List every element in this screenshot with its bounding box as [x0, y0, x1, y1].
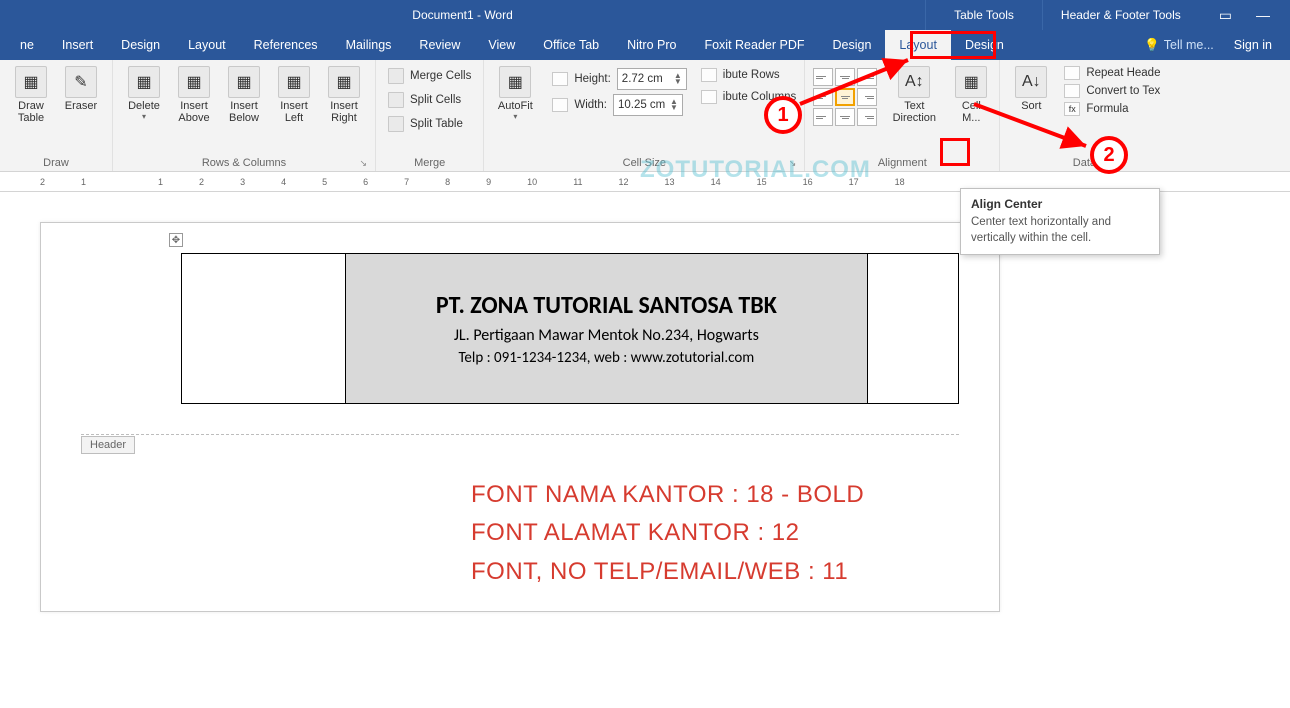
note-line-3: Font, No telp/email/web : 11: [471, 553, 959, 591]
header-footer-tools-tab: Header & Footer Tools: [1042, 0, 1199, 30]
header-table[interactable]: PT. ZONA TUTORIAL SANTOSA TBK JL. Pertig…: [181, 253, 959, 404]
group-rows-columns: ▦Delete▾ ▦Insert Above ▦Insert Below ▦In…: [113, 60, 376, 171]
width-label: Width:: [574, 99, 607, 111]
annotation-arrow-2: [974, 102, 1094, 157]
bulb-icon: 💡: [1144, 38, 1160, 53]
delete-button[interactable]: ▦Delete▾: [121, 64, 167, 121]
group-draw: ▦Draw Table ✎Eraser Draw: [0, 60, 113, 171]
rows-launcher-icon[interactable]: ↘: [359, 158, 367, 169]
tab-review[interactable]: Review: [405, 30, 474, 60]
eraser-button[interactable]: ✎Eraser: [58, 64, 104, 112]
split-cells-button[interactable]: Split Cells: [384, 90, 475, 110]
tab-layout[interactable]: Layout: [174, 30, 240, 60]
group-label-draw: Draw: [8, 155, 104, 171]
merge-cells-button[interactable]: Merge Cells: [384, 66, 475, 86]
insert-right-button[interactable]: ▦Insert Right: [321, 64, 367, 124]
header-boundary: [81, 434, 959, 435]
height-input[interactable]: 2.72 cm▲▼: [617, 68, 687, 90]
table-tools-tab: Table Tools: [925, 0, 1042, 30]
tooltip-title: Align Center: [971, 197, 1149, 211]
group-label-merge: Merge: [384, 155, 475, 171]
table-cell-right[interactable]: [867, 254, 958, 404]
tab-home-partial[interactable]: ne: [6, 30, 48, 60]
annotation-notes: Font Nama Kantor : 18 - Bold Font ALAMAT…: [471, 476, 959, 591]
tab-view[interactable]: View: [474, 30, 529, 60]
group-cell-size: ▦AutoFit▾ Height: 2.72 cm▲▼ Width: 10.25…: [484, 60, 805, 171]
width-icon: [552, 98, 568, 112]
tooltip-body: Center text horizontally and vertically …: [971, 215, 1149, 246]
group-label-rows: Rows & Columns↘: [121, 155, 367, 171]
table-cell-left[interactable]: [182, 254, 346, 404]
distribute-rows-button[interactable]: ibute Rows: [701, 68, 797, 82]
tab-office-tab[interactable]: Office Tab: [529, 30, 613, 60]
autofit-button[interactable]: ▦AutoFit▾: [492, 64, 538, 155]
table-move-handle[interactable]: ✥: [169, 233, 183, 247]
note-line-1: Font Nama Kantor : 18 - Bold: [471, 476, 959, 514]
sign-in-link[interactable]: Sign in: [1234, 38, 1272, 52]
split-table-button[interactable]: Split Table: [384, 114, 475, 134]
doc-title: Document1 - Word: [412, 8, 512, 22]
tab-nitro[interactable]: Nitro Pro: [613, 30, 690, 60]
watermark: ZOTUTORIAL.COM: [640, 156, 871, 184]
repeat-header-button[interactable]: Repeat Heade: [1064, 66, 1160, 80]
note-line-2: Font ALAMAT Kantor : 12: [471, 514, 959, 552]
tab-mailings[interactable]: Mailings: [332, 30, 406, 60]
draw-table-button[interactable]: ▦Draw Table: [8, 64, 54, 124]
tell-me[interactable]: 💡Tell me...: [1144, 38, 1214, 53]
group-label-data: Data: [1008, 155, 1160, 171]
group-merge: Merge Cells Split Cells Split Table Merg…: [376, 60, 484, 171]
annotation-circle-1: 1: [764, 96, 802, 134]
annotation-arrow-1: [800, 56, 920, 111]
tab-design[interactable]: Design: [107, 30, 174, 60]
company-address: JL. Pertigaan Mawar Mentok No.234, Hogwa…: [356, 326, 857, 345]
tab-insert[interactable]: Insert: [48, 30, 107, 60]
width-input[interactable]: 10.25 cm▲▼: [613, 94, 683, 116]
ribbon-options-icon[interactable]: ▭: [1219, 7, 1232, 24]
ribbon-tabs: ne Insert Design Layout References Maili…: [0, 30, 1290, 60]
annotation-circle-2: 2: [1090, 136, 1128, 174]
tab-hf-design[interactable]: Design: [951, 30, 1018, 60]
company-name: PT. ZONA TUTORIAL SANTOSA TBK: [356, 291, 857, 320]
height-label: Height:: [574, 73, 610, 85]
tab-references[interactable]: References: [240, 30, 332, 60]
header-tag: Header: [81, 436, 135, 454]
insert-below-button[interactable]: ▦Insert Below: [221, 64, 267, 124]
titlebar: Document1 - Word Table Tools Header & Fo…: [0, 0, 1290, 30]
company-contact: Telp : 091-1234-1234, web : www.zotutori…: [356, 349, 857, 367]
page[interactable]: ✥ PT. ZONA TUTORIAL SANTOSA TBK JL. Pert…: [40, 222, 1000, 612]
insert-above-button[interactable]: ▦Insert Above: [171, 64, 217, 124]
insert-left-button[interactable]: ▦Insert Left: [271, 64, 317, 124]
convert-text-button[interactable]: Convert to Tex: [1064, 84, 1160, 98]
align-center-tooltip: Align Center Center text horizontally an…: [960, 188, 1160, 255]
minimize-icon[interactable]: —: [1256, 7, 1270, 23]
height-icon: [552, 72, 568, 86]
table-cell-center[interactable]: PT. ZONA TUTORIAL SANTOSA TBK JL. Pertig…: [345, 254, 867, 404]
